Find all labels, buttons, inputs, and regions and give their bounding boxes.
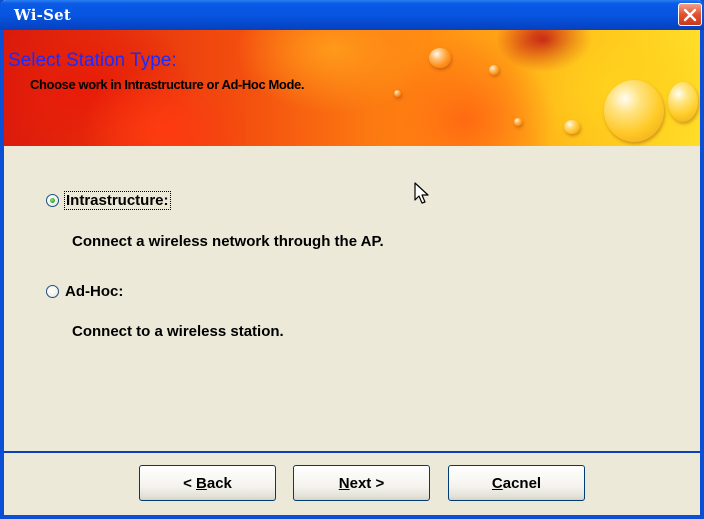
back-button-label: ack bbox=[206, 474, 232, 492]
infrastructure-radio[interactable] bbox=[46, 194, 59, 207]
option-infrastructure[interactable]: Intrastructure: bbox=[46, 191, 171, 210]
window-title: Wi-Set bbox=[14, 6, 72, 24]
adhoc-label[interactable]: Ad-Hoc: bbox=[65, 283, 123, 300]
station-type-panel: Intrastructure: Connect a wireless netwo… bbox=[4, 146, 700, 450]
water-drop-image bbox=[429, 48, 451, 68]
next-button-label: ext > bbox=[349, 474, 385, 492]
option-adhoc[interactable]: Ad-Hoc: bbox=[46, 283, 123, 300]
water-drop-image bbox=[394, 90, 401, 97]
water-drop-image bbox=[564, 120, 580, 134]
back-button[interactable]: < Back bbox=[139, 465, 276, 501]
header-banner: Select Station Type: Choose work in Intr… bbox=[4, 30, 700, 146]
wi-set-dialog: Wi-Set Select Station Type: Choose work … bbox=[0, 0, 704, 519]
next-button-accel: N bbox=[338, 474, 350, 492]
back-button-prefix: < bbox=[183, 474, 197, 492]
page-subtitle: Choose work in Intrastructure or Ad-Hoc … bbox=[30, 77, 305, 92]
water-drop-image bbox=[604, 80, 664, 142]
cancel-button-accel: C bbox=[491, 474, 503, 492]
page-title: Select Station Type: bbox=[8, 50, 177, 71]
water-drop-image bbox=[668, 82, 698, 122]
close-button[interactable] bbox=[678, 3, 702, 26]
mouse-cursor-icon bbox=[414, 182, 429, 204]
footer-divider bbox=[4, 451, 700, 453]
infrastructure-label[interactable]: Intrastructure: bbox=[64, 191, 171, 210]
water-drop-image bbox=[489, 65, 499, 75]
adhoc-description: Connect to a wireless station. bbox=[72, 323, 284, 340]
close-icon bbox=[683, 8, 697, 22]
water-drop-image bbox=[514, 118, 522, 126]
cancel-button-label: acnel bbox=[502, 474, 542, 492]
back-button-accel: B bbox=[196, 474, 207, 492]
next-button[interactable]: Next > bbox=[293, 465, 430, 501]
adhoc-radio[interactable] bbox=[46, 285, 59, 298]
infrastructure-description: Connect a wireless network through the A… bbox=[72, 233, 384, 250]
title-bar[interactable]: Wi-Set bbox=[0, 0, 704, 30]
cancel-button[interactable]: Cacnel bbox=[448, 465, 585, 501]
